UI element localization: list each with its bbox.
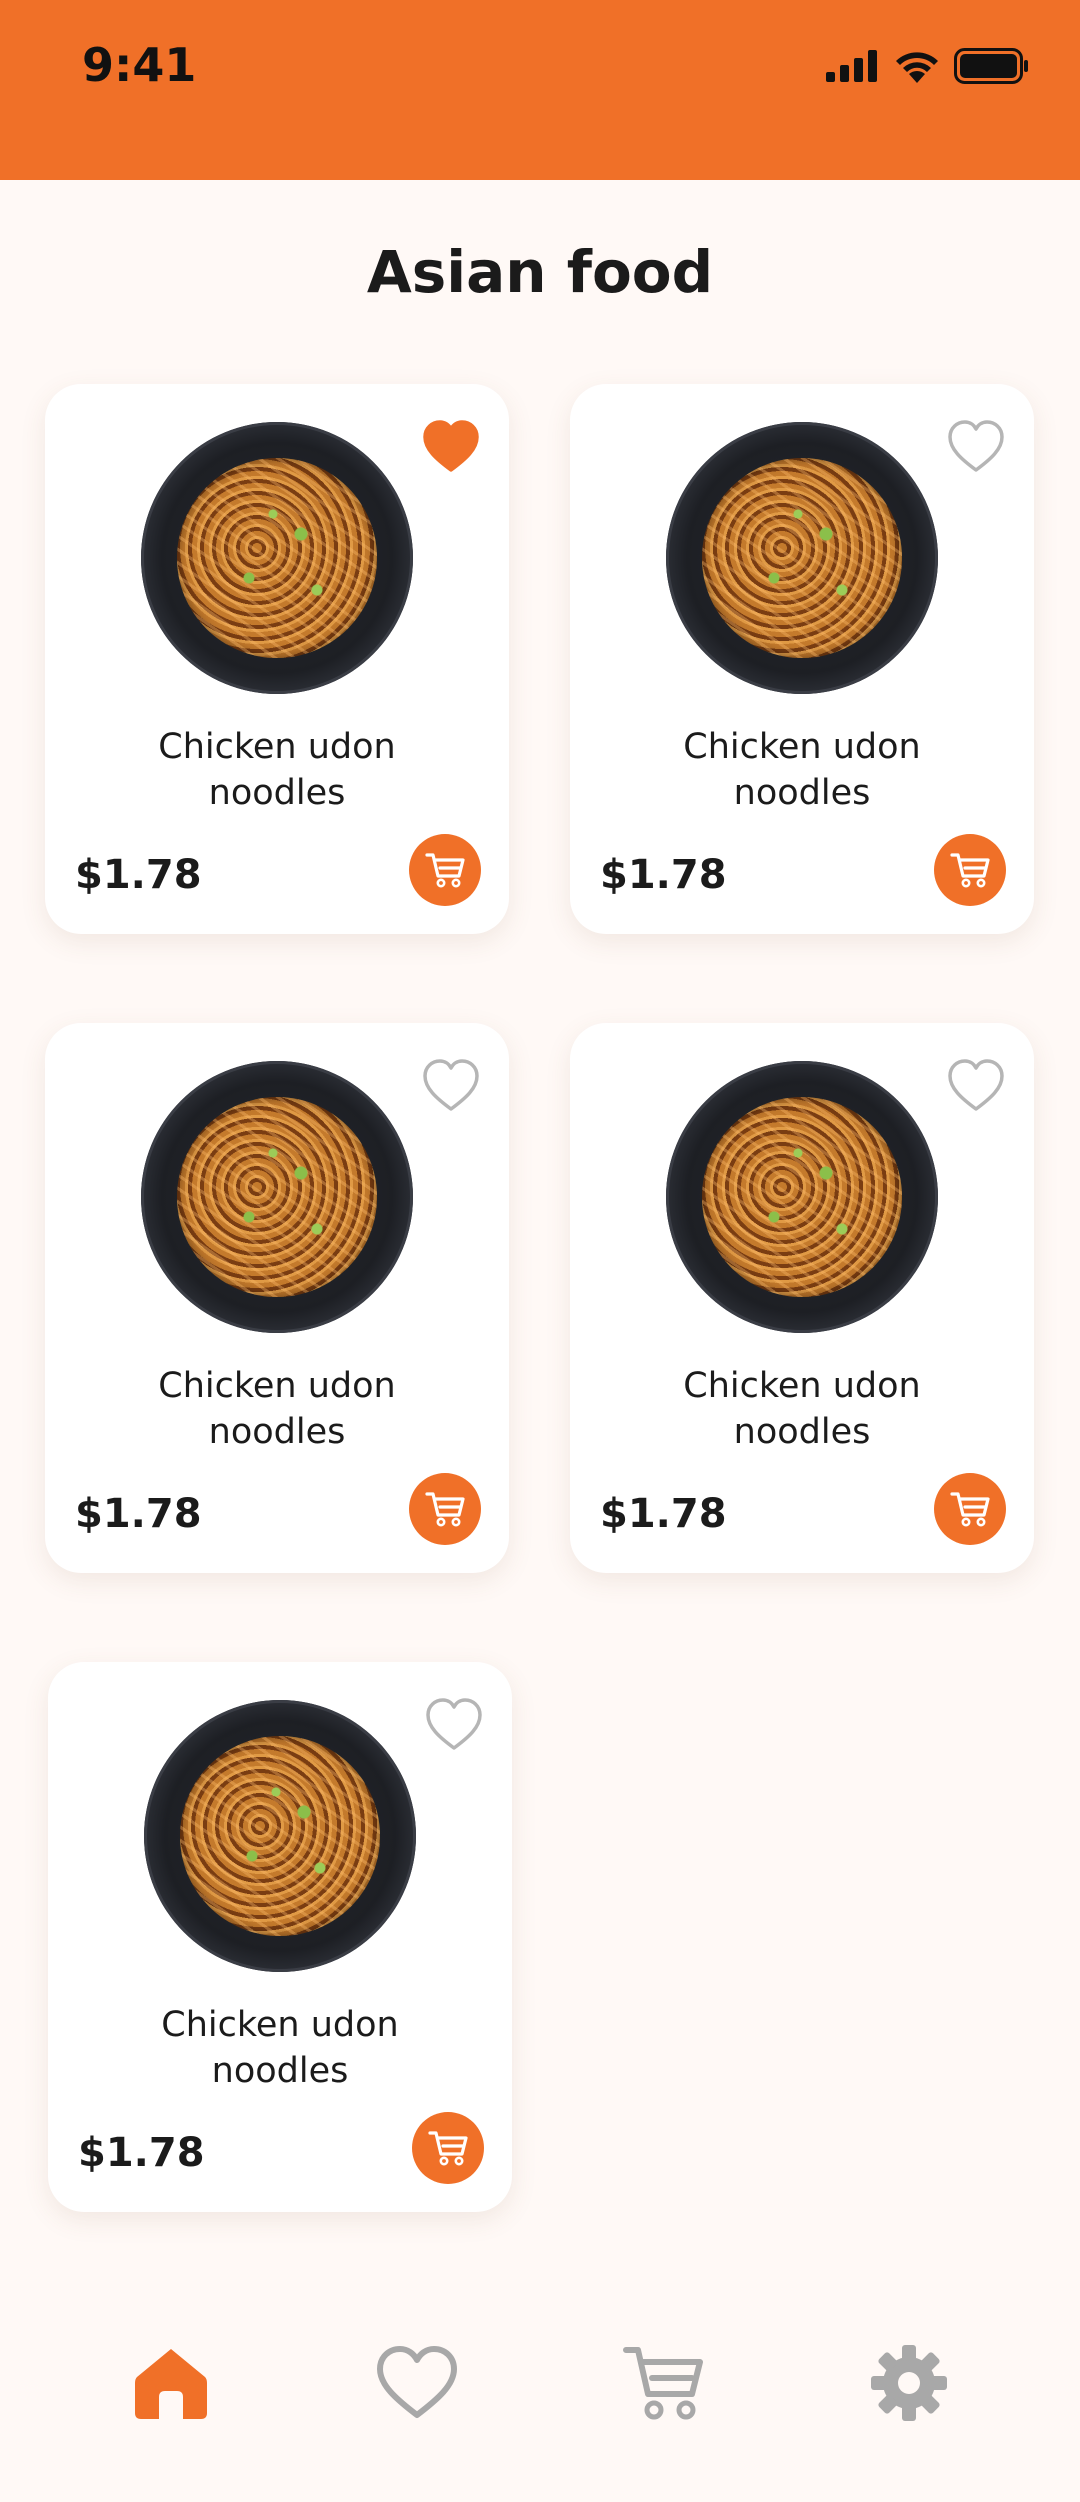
wifi-icon <box>896 52 938 83</box>
tab-cart[interactable] <box>620 2340 706 2426</box>
product-card[interactable]: Chicken udon noodles $1.78 <box>45 1023 509 1573</box>
product-name: Chicken udon noodles <box>161 2005 399 2091</box>
status-bar: 9:41 <box>0 0 1080 180</box>
favorite-heart-icon[interactable] <box>946 418 1006 474</box>
product-card[interactable]: Chicken udon noodles $1.78 <box>570 384 1034 934</box>
add-to-cart-button[interactable] <box>412 2112 484 2184</box>
product-card[interactable]: Chicken udon noodles $1.78 <box>48 1662 512 2212</box>
add-to-cart-button[interactable] <box>409 834 481 906</box>
tab-settings[interactable] <box>866 2340 952 2426</box>
product-price: $1.78 <box>75 1491 202 1537</box>
cart-icon <box>425 853 465 888</box>
product-card[interactable]: Chicken udon noodles $1.78 <box>570 1023 1034 1573</box>
cart-icon <box>428 2131 468 2166</box>
product-price: $1.78 <box>75 852 202 898</box>
tab-favorites[interactable] <box>374 2340 460 2426</box>
page-title: Asian food <box>366 238 714 306</box>
favorite-heart-icon[interactable] <box>421 1057 481 1113</box>
home-icon <box>135 2349 207 2419</box>
favorite-heart-icon[interactable] <box>424 1696 484 1752</box>
cart-icon <box>425 1492 465 1527</box>
product-name: Chicken udon noodles <box>158 727 396 813</box>
product-name: Chicken udon noodles <box>683 727 921 813</box>
cart-icon <box>623 2347 703 2420</box>
product-card[interactable]: Chicken udon noodles $1.78 <box>45 384 509 934</box>
add-to-cart-button[interactable] <box>409 1473 481 1545</box>
food-image <box>144 1700 416 1972</box>
food-image <box>141 1061 413 1333</box>
food-image <box>666 1061 938 1333</box>
favorite-heart-icon[interactable] <box>946 1057 1006 1113</box>
favorite-heart-icon[interactable] <box>421 418 481 474</box>
food-image <box>666 422 938 694</box>
food-image <box>141 422 413 694</box>
status-icons <box>826 48 1030 84</box>
status-time: 9:41 <box>82 38 197 92</box>
product-name: Chicken udon noodles <box>683 1366 921 1452</box>
tab-home[interactable] <box>128 2340 214 2426</box>
product-price: $1.78 <box>600 852 727 898</box>
cart-icon <box>950 853 990 888</box>
product-price: $1.78 <box>78 2130 205 2176</box>
add-to-cart-button[interactable] <box>934 1473 1006 1545</box>
add-to-cart-button[interactable] <box>934 834 1006 906</box>
product-name: Chicken udon noodles <box>158 1366 396 1452</box>
cellular-signal-icon <box>826 50 877 82</box>
gear-icon <box>871 2345 947 2421</box>
battery-icon <box>954 48 1028 84</box>
product-price: $1.78 <box>600 1491 727 1537</box>
bottom-tab-bar <box>0 2310 1080 2450</box>
cart-icon <box>950 1492 990 1527</box>
heart-icon <box>377 2346 457 2418</box>
